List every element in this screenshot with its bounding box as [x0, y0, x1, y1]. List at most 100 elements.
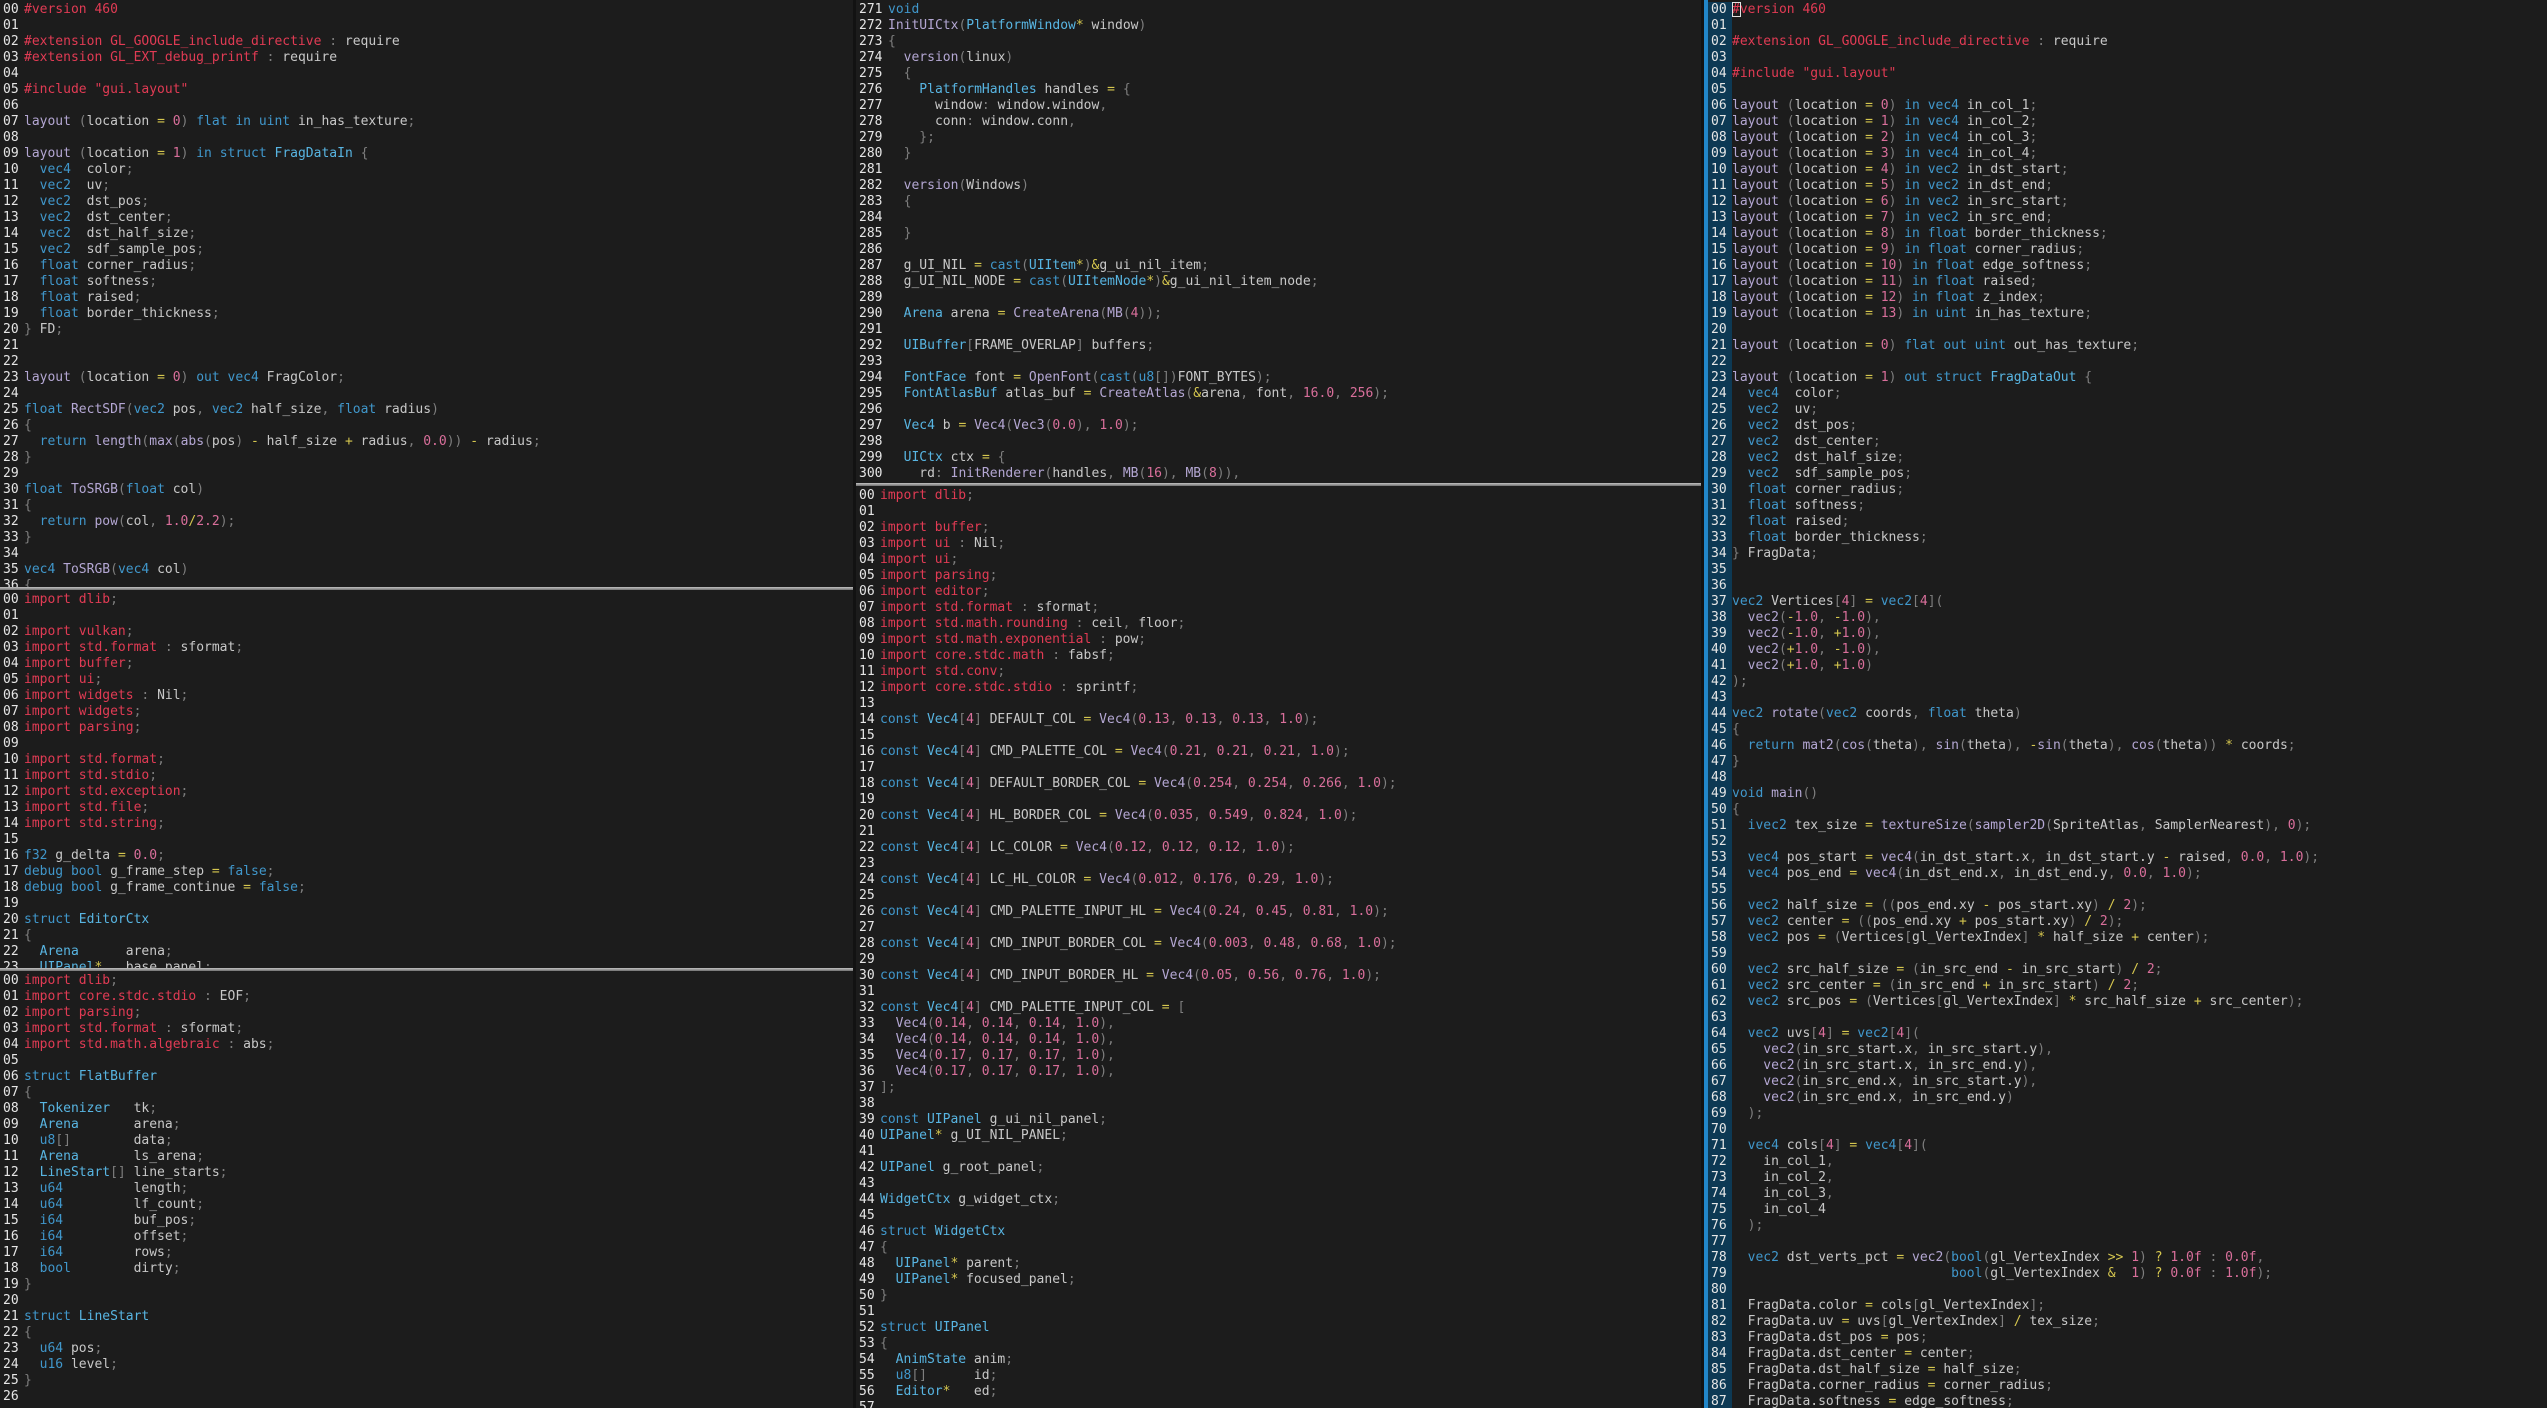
code-line[interactable]: 24 [0, 386, 853, 402]
code-line[interactable]: 19} [0, 1277, 853, 1293]
code-line[interactable]: 79 bool(gl_VertexIndex & 1) ? 0.0f : 1.0… [1708, 1266, 2547, 1282]
code-line[interactable]: 278 conn: window.conn, [856, 114, 1701, 130]
code-line[interactable]: 280 } [856, 146, 1701, 162]
code-line[interactable]: 18 bool dirty; [0, 1261, 853, 1277]
code-line[interactable]: 30 float corner_radius; [1708, 482, 2547, 498]
code-line[interactable]: 60 vec2 src_half_size = (in_src_end - in… [1708, 962, 2547, 978]
code-line[interactable]: 297 Vec4 b = Vec4(Vec3(0.0), 1.0); [856, 418, 1701, 434]
code-line[interactable]: 53 vec4 pos_start = vec4(in_dst_start.x,… [1708, 850, 2547, 866]
code-line[interactable]: 83 FragData.dst_pos = pos; [1708, 1330, 2547, 1346]
code-line[interactable]: 01 [0, 18, 853, 34]
code-line[interactable]: 43 [1708, 690, 2547, 706]
code-line[interactable]: 05 [0, 1053, 853, 1069]
code-line[interactable]: 05import parsing; [856, 568, 1701, 584]
code-line[interactable]: 23layout (location = 0) out vec4 FragCol… [0, 370, 853, 386]
code-line[interactable]: 41 [856, 1144, 1701, 1160]
code-line[interactable]: 48 UIPanel* parent; [856, 1256, 1701, 1272]
code-line[interactable]: 08 [0, 130, 853, 146]
code-line[interactable]: 86 FragData.corner_radius = corner_radiu… [1708, 1378, 2547, 1394]
code-line[interactable]: 28} [0, 450, 853, 466]
code-line[interactable]: 05#include "gui.layout" [0, 82, 853, 98]
code-line[interactable]: 10layout (location = 4) in vec2 in_dst_s… [1708, 162, 2547, 178]
code-line[interactable]: 09layout (location = 1) in struct FragDa… [0, 146, 853, 162]
code-line[interactable]: 24 vec4 color; [1708, 386, 2547, 402]
code-line[interactable]: 07import widgets; [0, 704, 853, 720]
code-line[interactable]: 18const Vec4[4] DEFAULT_BORDER_COL = Vec… [856, 776, 1701, 792]
code-line[interactable]: 57 [856, 1400, 1701, 1408]
code-line[interactable]: 27 return length(max(abs(pos) - half_siz… [0, 434, 853, 450]
code-line[interactable]: 03 [1708, 50, 2547, 66]
code-line[interactable]: 15 [856, 728, 1701, 744]
code-line[interactable]: 19 float border_thickness; [0, 306, 853, 322]
code-line[interactable]: 07{ [0, 1085, 853, 1101]
code-line[interactable]: 289 [856, 290, 1701, 306]
code-line[interactable]: 45{ [1708, 722, 2547, 738]
code-line[interactable]: 44WidgetCtx g_widget_ctx; [856, 1192, 1701, 1208]
code-line[interactable]: 300 rd: InitRenderer(handles, MB(16), MB… [856, 466, 1701, 482]
code-line[interactable]: 15layout (location = 9) in float corner_… [1708, 242, 2547, 258]
code-line[interactable]: 20 [1708, 322, 2547, 338]
code-line[interactable]: 14const Vec4[4] DEFAULT_COL = Vec4(0.13,… [856, 712, 1701, 728]
code-line[interactable]: 14 u64 lf_count; [0, 1197, 853, 1213]
code-line[interactable]: 63 [1708, 1010, 2547, 1026]
code-line[interactable]: 29 vec2 sdf_sample_pos; [1708, 466, 2547, 482]
code-line[interactable]: 17 [856, 760, 1701, 776]
code-line[interactable]: 274 version(linux) [856, 50, 1701, 66]
code-line[interactable]: 00import dlib; [0, 973, 853, 989]
code-line[interactable]: 35 Vec4(0.17, 0.17, 0.17, 1.0), [856, 1048, 1701, 1064]
code-line[interactable]: 290 Arena arena = CreateArena(MB(4)); [856, 306, 1701, 322]
code-line[interactable]: 49 UIPanel* focused_panel; [856, 1272, 1701, 1288]
code-line[interactable]: 16const Vec4[4] CMD_PALETTE_COL = Vec4(0… [856, 744, 1701, 760]
code-line[interactable]: 64 vec2 uvs[4] = vec2[4]( [1708, 1026, 2547, 1042]
code-line[interactable]: 52struct UIPanel [856, 1320, 1701, 1336]
code-line[interactable]: 04import buffer; [0, 656, 853, 672]
code-line[interactable]: 85 FragData.dst_half_size = half_size; [1708, 1362, 2547, 1378]
code-line[interactable]: 04import std.math.algebraic : abs; [0, 1037, 853, 1053]
code-line[interactable]: 36 [1708, 578, 2547, 594]
code-line[interactable]: 37]; [856, 1080, 1701, 1096]
code-line[interactable]: 58 vec2 pos = (Vertices[gl_VertexIndex] … [1708, 930, 2547, 946]
code-line[interactable]: 40 vec2(+1.0, -1.0), [1708, 642, 2547, 658]
code-line[interactable]: 06 [0, 98, 853, 114]
code-line[interactable]: 06struct FlatBuffer [0, 1069, 853, 1085]
code-line[interactable]: 285 } [856, 226, 1701, 242]
code-line[interactable]: 29 [0, 466, 853, 482]
code-line[interactable]: 287 g_UI_NIL = cast(UIItem*)&g_ui_nil_it… [856, 258, 1701, 274]
code-line[interactable]: 23layout (location = 1) out struct FragD… [1708, 370, 2547, 386]
code-line[interactable]: 04#include "gui.layout" [1708, 66, 2547, 82]
code-line[interactable]: 277 window: window.window, [856, 98, 1701, 114]
code-line[interactable]: 16 i64 offset; [0, 1229, 853, 1245]
code-line[interactable]: 27 [856, 920, 1701, 936]
code-line[interactable]: 03import std.format : sformat; [0, 1021, 853, 1037]
code-line[interactable]: 70 [1708, 1122, 2547, 1138]
code-line[interactable]: 06import editor; [856, 584, 1701, 600]
code-line[interactable]: 14import std.string; [0, 816, 853, 832]
code-line[interactable]: 10import core.stdc.math : fabsf; [856, 648, 1701, 664]
code-line[interactable]: 49void main() [1708, 786, 2547, 802]
code-line[interactable]: 53{ [856, 1336, 1701, 1352]
code-line[interactable]: 09 Arena arena; [0, 1117, 853, 1133]
code-line[interactable]: 03#extension GL_EXT_debug_printf : requi… [0, 50, 853, 66]
code-line[interactable]: 29 [856, 952, 1701, 968]
code-line[interactable]: 00#version 460 [0, 2, 853, 18]
code-line[interactable]: 295 FontAtlasBuf atlas_buf = CreateAtlas… [856, 386, 1701, 402]
code-pane[interactable]: 00import dlib;0102import buffer;03import… [856, 486, 1701, 1408]
code-line[interactable]: 21 [0, 338, 853, 354]
code-line[interactable]: 279 }; [856, 130, 1701, 146]
code-line[interactable]: 06layout (location = 0) in vec4 in_col_1… [1708, 98, 2547, 114]
code-line[interactable]: 32 return pow(col, 1.0/2.2); [0, 514, 853, 530]
code-line[interactable]: 35vec4 ToSRGB(vec4 col) [0, 562, 853, 578]
code-line[interactable]: 27 vec2 dst_center; [1708, 434, 2547, 450]
code-line[interactable]: 272InitUICtx(PlatformWindow* window) [856, 18, 1701, 34]
code-line[interactable]: 14 vec2 dst_half_size; [0, 226, 853, 242]
code-line[interactable]: 281 [856, 162, 1701, 178]
code-line[interactable]: 41 vec2(+1.0, +1.0) [1708, 658, 2547, 674]
code-line[interactable]: 08import std.math.rounding : ceil, floor… [856, 616, 1701, 632]
code-line[interactable]: 47} [1708, 754, 2547, 770]
code-line[interactable]: 32 float raised; [1708, 514, 2547, 530]
code-line[interactable]: 07import std.format : sformat; [856, 600, 1701, 616]
code-line[interactable]: 31 [856, 984, 1701, 1000]
code-line[interactable]: 73 in_col_2, [1708, 1170, 2547, 1186]
code-line[interactable]: 42UIPanel g_root_panel; [856, 1160, 1701, 1176]
code-line[interactable]: 292 UIBuffer[FRAME_OVERLAP] buffers; [856, 338, 1701, 354]
